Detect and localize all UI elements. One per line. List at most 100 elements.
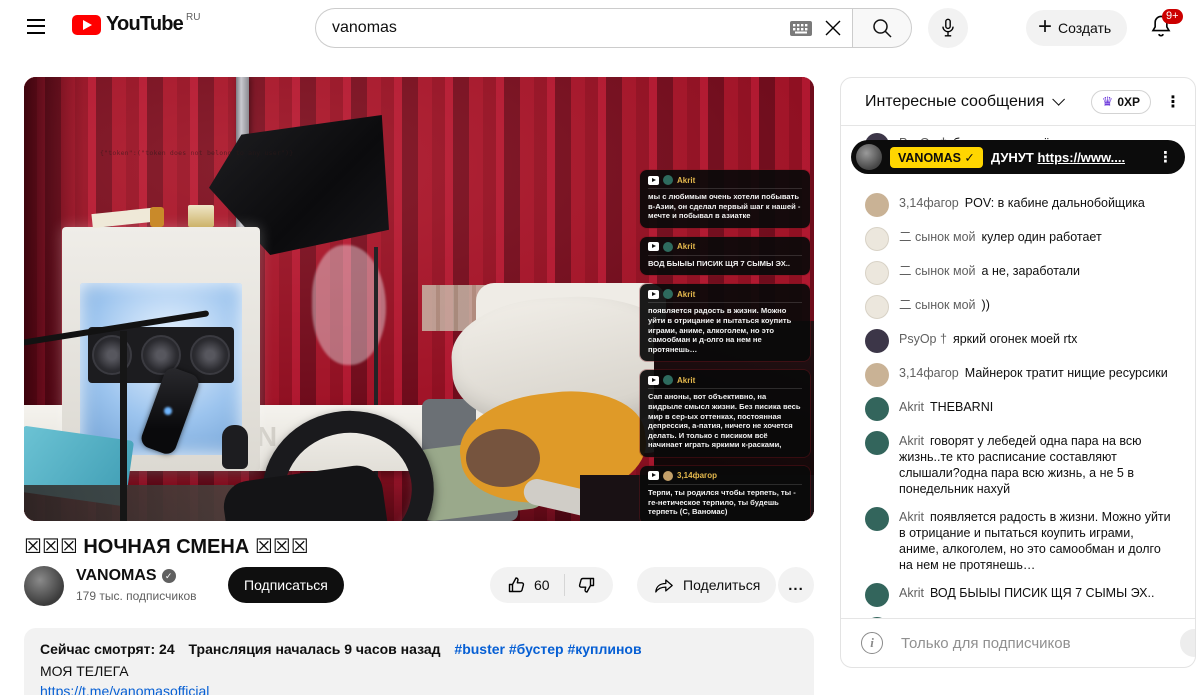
- play-chip-icon: [648, 375, 659, 385]
- gpu-with-fans: [88, 327, 234, 383]
- keyboard-icon[interactable]: [790, 20, 812, 36]
- menu-icon[interactable]: [24, 14, 48, 36]
- create-button[interactable]: + Создать: [1026, 10, 1128, 46]
- avatar[interactable]: [865, 227, 889, 251]
- chat-menu-icon[interactable]: ⋮: [1165, 92, 1181, 112]
- pinned-menu-icon[interactable]: ⋮: [1158, 148, 1173, 166]
- subscribe-button[interactable]: Подписаться: [228, 567, 344, 603]
- share-arrow-icon: [655, 579, 673, 593]
- emoji-button[interactable]: [1180, 629, 1195, 657]
- onstream-chat-overlay: Akrit мы с любимым очень хотели побывать…: [640, 170, 810, 521]
- chat-input-placeholder: Только для подписчиков: [901, 634, 1071, 652]
- chat-message: 3,14фагор Майнерок тратит нищие ресурсики: [841, 359, 1195, 393]
- channel-name[interactable]: VANOMAS: [76, 567, 157, 585]
- avatar: [663, 375, 673, 386]
- youtube-wordmark: YouTube: [106, 13, 184, 35]
- overlay-message: 3,14фагор Терпи, ты родился чтобы терпет…: [640, 465, 810, 521]
- notifications-button[interactable]: 9+: [1148, 9, 1183, 43]
- chat-input-row[interactable]: i Только для подписчиков: [841, 618, 1195, 667]
- chat-message: Akrit появляется радость в жизни. Можно у…: [841, 503, 1195, 579]
- video-player[interactable]: THEVAN {"token":("to: [24, 77, 814, 521]
- channel-avatar[interactable]: [24, 566, 64, 606]
- like-count: 60: [534, 577, 550, 593]
- voice-search-button[interactable]: [928, 8, 968, 48]
- chat-message: Akrit THEBARNI: [841, 393, 1195, 427]
- avatar[interactable]: [865, 363, 889, 387]
- chat-message-list[interactable]: PsyOp †батя с этим рулём и тряпками 3,14…: [841, 127, 1195, 618]
- chat-message: PsyOp † яркий огонек моей rtx: [841, 325, 1195, 359]
- country-code: RU: [185, 12, 201, 23]
- search-box: [315, 8, 852, 48]
- avatar[interactable]: [865, 431, 889, 455]
- thumbs-up-icon: [508, 577, 525, 593]
- person-hair: [466, 429, 540, 487]
- xp-badge[interactable]: ♛ 0XP: [1090, 89, 1151, 114]
- overlay-message: Akrit мы с любимым очень хотели побывать…: [640, 170, 810, 228]
- chat-filter-title[interactable]: Интересные сообщения: [865, 93, 1044, 111]
- avatar[interactable]: [865, 193, 889, 217]
- notification-count-badge: 9+: [1162, 9, 1183, 24]
- youtube-play-icon: [72, 14, 101, 35]
- info-icon: i: [861, 632, 883, 654]
- avatar[interactable]: [865, 397, 889, 421]
- thumbs-down-icon: [578, 577, 594, 593]
- play-chip-icon: [648, 289, 659, 299]
- avatar[interactable]: [865, 295, 889, 319]
- description-box[interactable]: Сейчас смотрят: 24 Трансляция началась 9…: [24, 628, 814, 695]
- like-button[interactable]: 60: [490, 575, 564, 595]
- search-button[interactable]: [852, 8, 912, 48]
- avatar[interactable]: [865, 329, 889, 353]
- stream-watermark-text: {"token":("token does not belong to any …: [100, 149, 294, 157]
- plus-icon: +: [1038, 13, 1053, 40]
- viewers-now: Сейчас смотрят: 24: [40, 641, 175, 657]
- avatar: [663, 470, 673, 481]
- stream-meta: Сейчас смотрят: 24 Трансляция началась 9…: [40, 639, 798, 659]
- pinned-message[interactable]: VANOMAS ✓ ДУНУТ https://www.... ⋮: [851, 140, 1185, 174]
- overlay-message: Akrit Сап аноны, вот объективно, на видр…: [640, 370, 810, 457]
- mic-icon: [942, 18, 954, 37]
- chat-message: 二 сынок мой а не, заработали: [841, 257, 1195, 291]
- video-title: ☒☒☒ НОЧНАЯ СМЕНА ☒☒☒: [24, 536, 309, 558]
- avatar: [663, 175, 673, 185]
- avatar: [663, 241, 673, 252]
- like-dislike-pill: 60: [490, 567, 613, 603]
- search-icon: [873, 19, 892, 38]
- avatar[interactable]: [865, 507, 889, 531]
- youtube-watch-page: YouTube RU + Создать: [0, 0, 1196, 695]
- gear-shifter: [222, 425, 248, 469]
- subscriber-count: 179 тыс. подписчиков: [76, 589, 197, 603]
- pinned-message-text: ДУНУТ https://www....: [990, 149, 1126, 165]
- crown-icon: ♛: [1101, 94, 1114, 109]
- chat-message: 3,14фагор POV: в кабине дальнобойщика: [841, 189, 1195, 223]
- search-bar: [315, 8, 912, 48]
- avatar: [856, 144, 882, 170]
- mic-stand: [120, 331, 127, 521]
- share-button[interactable]: Поделиться: [637, 567, 777, 603]
- description-text: МОЯ ТЕЛЕГА: [40, 663, 129, 679]
- channel-owner-badge: VANOMAS ✓: [890, 146, 983, 168]
- chevron-down-icon[interactable]: [1052, 93, 1066, 106]
- hashtags[interactable]: #buster #бустер #куплинов: [454, 641, 641, 657]
- table-clutter: [24, 485, 234, 521]
- chat-message: 二 сынок мой кулер один работает: [841, 223, 1195, 257]
- chat-message: Akrit ВОД БЫЫЫ ПИСИК ЩЯ 7 СЫМЫ ЭХ..: [841, 579, 1195, 613]
- more-actions-button[interactable]: ...: [778, 567, 814, 603]
- dislike-button[interactable]: [565, 575, 613, 595]
- youtube-logo[interactable]: YouTube RU: [72, 12, 201, 36]
- verified-badge-icon: ✓: [161, 569, 176, 583]
- stream-started: Трансляция началась 9 часов назад: [188, 641, 441, 657]
- overlay-message: Akrit появляется радость в жизни. Можно …: [640, 284, 810, 362]
- telegram-link[interactable]: https://t.me/vanomasofficial: [40, 681, 798, 695]
- pinned-link[interactable]: https://www....: [1037, 150, 1125, 165]
- chat-message: 二 сынок мой)): [841, 291, 1195, 325]
- play-chip-icon: [648, 471, 659, 481]
- clear-search-icon[interactable]: [824, 19, 842, 37]
- search-input[interactable]: [332, 19, 790, 37]
- live-chat-panel: Интересные сообщения ♛ 0XP ⋮ PsyOp †батя…: [840, 77, 1196, 668]
- mic-led: [164, 407, 172, 415]
- avatar[interactable]: [865, 583, 889, 607]
- avatar[interactable]: [865, 261, 889, 285]
- overlay-message: Akrit ВОД БЫЫЫ ПИСИК ЩЯ 7 СЫМЫ ЭХ..: [640, 236, 810, 276]
- play-chip-icon: [648, 242, 659, 252]
- avatar: [663, 289, 673, 300]
